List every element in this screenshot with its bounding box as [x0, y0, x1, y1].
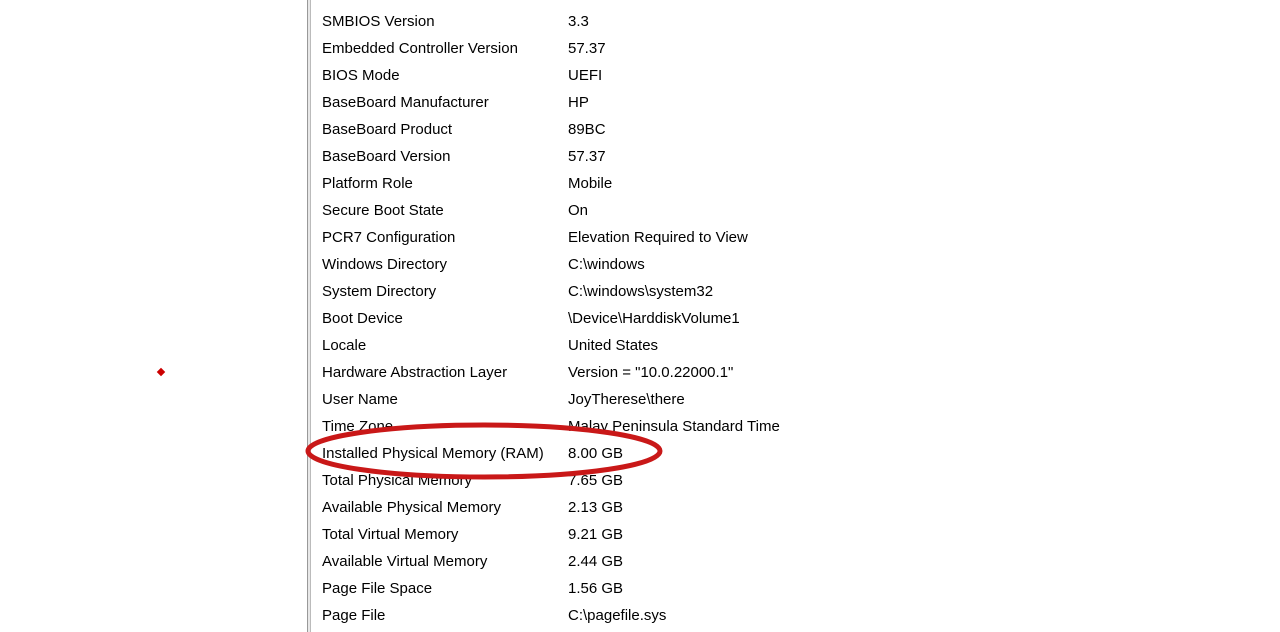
property-label: Secure Boot State — [322, 202, 568, 219]
property-value: On — [568, 202, 588, 219]
property-value: JoyTherese\there — [568, 391, 685, 408]
property-label: User Name — [322, 391, 568, 408]
property-value: 9.21 GB — [568, 526, 623, 543]
property-value: 8.00 GB — [568, 445, 623, 462]
list-item[interactable]: Total Virtual Memory9.21 GB — [322, 521, 1280, 548]
list-item[interactable]: PCR7 ConfigurationElevation Required to … — [322, 224, 1280, 251]
property-label: Hardware Abstraction Layer — [322, 364, 568, 381]
property-value: C:\windows\system32 — [568, 283, 713, 300]
property-value: United States — [568, 337, 658, 354]
property-label: Embedded Controller Version — [322, 40, 568, 57]
property-label: Page File Space — [322, 580, 568, 597]
property-value: Elevation Required to View — [568, 229, 748, 246]
property-value: 2.13 GB — [568, 499, 623, 516]
list-item[interactable]: Boot Device\Device\HarddiskVolume1 — [322, 305, 1280, 332]
list-item[interactable]: SMBIOS Version3.3 — [322, 8, 1280, 35]
list-item[interactable]: BIOS ModeUEFI — [322, 62, 1280, 89]
property-label: Platform Role — [322, 175, 568, 192]
list-item[interactable]: Windows DirectoryC:\windows — [322, 251, 1280, 278]
property-label: Page File — [322, 607, 568, 624]
system-info-list[interactable]: SMBIOS Version3.3Embedded Controller Ver… — [322, 8, 1280, 629]
list-item[interactable]: BaseBoard ManufacturerHP — [322, 89, 1280, 116]
list-item[interactable]: Secure Boot StateOn — [322, 197, 1280, 224]
property-value: UEFI — [568, 67, 602, 84]
list-item[interactable]: LocaleUnited States — [322, 332, 1280, 359]
property-label: BaseBoard Product — [322, 121, 568, 138]
property-value: 57.37 — [568, 40, 606, 57]
list-item[interactable]: BaseBoard Version57.37 — [322, 143, 1280, 170]
property-label: PCR7 Configuration — [322, 229, 568, 246]
property-label: Installed Physical Memory (RAM) — [322, 445, 568, 462]
property-value: 7.65 GB — [568, 472, 623, 489]
list-item[interactable]: Available Physical Memory2.13 GB — [322, 494, 1280, 521]
property-label: Total Virtual Memory — [322, 526, 568, 543]
property-value: Malay Peninsula Standard Time — [568, 418, 780, 435]
property-value: 1.56 GB — [568, 580, 623, 597]
pane-divider[interactable] — [307, 0, 311, 632]
property-value: \Device\HarddiskVolume1 — [568, 310, 740, 327]
property-label: BaseBoard Manufacturer — [322, 94, 568, 111]
property-label: Locale — [322, 337, 568, 354]
property-label: Boot Device — [322, 310, 568, 327]
list-item[interactable]: Total Physical Memory7.65 GB — [322, 467, 1280, 494]
list-item[interactable]: Platform RoleMobile — [322, 170, 1280, 197]
list-item[interactable]: Available Virtual Memory2.44 GB — [322, 548, 1280, 575]
property-label: SMBIOS Version — [322, 13, 568, 30]
property-label: BIOS Mode — [322, 67, 568, 84]
list-item[interactable]: System DirectoryC:\windows\system32 — [322, 278, 1280, 305]
list-item[interactable]: User NameJoyTherese\there — [322, 386, 1280, 413]
list-item[interactable]: Embedded Controller Version57.37 — [322, 35, 1280, 62]
property-label: Windows Directory — [322, 256, 568, 273]
property-value: C:\windows — [568, 256, 645, 273]
property-value: Version = "10.0.22000.1" — [568, 364, 733, 381]
property-value: Mobile — [568, 175, 612, 192]
list-item[interactable]: Hardware Abstraction LayerVersion = "10.… — [322, 359, 1280, 386]
property-value: C:\pagefile.sys — [568, 607, 666, 624]
list-item[interactable]: Page File Space1.56 GB — [322, 575, 1280, 602]
property-value: 3.3 — [568, 13, 589, 30]
property-label: Time Zone — [322, 418, 568, 435]
property-label: Available Physical Memory — [322, 499, 568, 516]
property-label: System Directory — [322, 283, 568, 300]
property-label: Total Physical Memory — [322, 472, 568, 489]
list-item[interactable]: BaseBoard Product89BC — [322, 116, 1280, 143]
list-item[interactable]: Page FileC:\pagefile.sys — [322, 602, 1280, 629]
property-value: 2.44 GB — [568, 553, 623, 570]
system-info-window: SMBIOS Version3.3Embedded Controller Ver… — [0, 0, 1280, 632]
list-item[interactable]: Time ZoneMalay Peninsula Standard Time — [322, 413, 1280, 440]
property-value: 89BC — [568, 121, 606, 138]
property-value: HP — [568, 94, 589, 111]
property-label: Available Virtual Memory — [322, 553, 568, 570]
property-value: 57.37 — [568, 148, 606, 165]
list-item[interactable]: Installed Physical Memory (RAM)8.00 GB — [322, 440, 1280, 467]
marker-diamond-icon — [157, 368, 165, 376]
property-label: BaseBoard Version — [322, 148, 568, 165]
